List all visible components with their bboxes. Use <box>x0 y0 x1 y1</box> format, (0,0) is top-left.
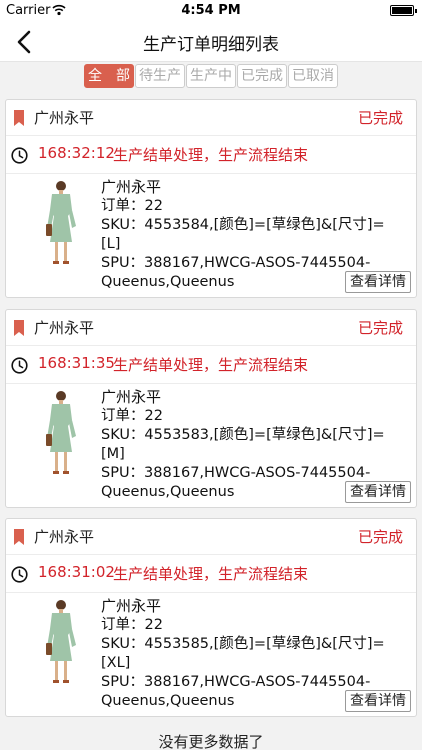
nav-bar: 生产订单明细列表 <box>0 22 422 62</box>
no-more-data-label: 没有更多数据了 <box>158 733 264 750</box>
view-details-button[interactable]: 查看详情 <box>345 271 411 293</box>
order-card: 广州永平 已完成 168:31:02 生产结单处理，生产流程结束 广州永平 订单… <box>5 518 417 717</box>
order-card-header: 广州永平 已完成 <box>6 519 416 555</box>
product-shop-name: 广州永平 <box>101 597 162 615</box>
view-details-button[interactable]: 查看详情 <box>345 481 411 503</box>
elapsed-time: 168:31:02 <box>38 563 115 581</box>
battery-icon <box>390 5 417 16</box>
elapsed-time: 168:31:35 <box>38 354 115 372</box>
clock-icon <box>11 566 28 583</box>
shop-name: 广州永平 <box>34 319 95 337</box>
product-shop-name: 广州永平 <box>101 388 162 406</box>
tab-all[interactable]: 全 部 <box>84 64 134 88</box>
order-card-header: 广州永平 已完成 <box>6 310 416 346</box>
progress-row: 168:31:35 生产结单处理，生产流程结束 <box>6 346 416 384</box>
product-shop-name: 广州永平 <box>101 178 162 196</box>
order-card-header: 广州永平 已完成 <box>6 100 416 136</box>
sku-text: SKU：4553585,[颜色]=[草绿色]&[尺寸]=[XL] <box>101 636 385 671</box>
sku-text: SKU：4553583,[颜色]=[草绿色]&[尺寸]=[M] <box>101 427 385 462</box>
status-badge: 已完成 <box>357 528 403 546</box>
clock-time: 4:54 PM <box>181 3 241 18</box>
product-thumbnail[interactable] <box>38 599 84 685</box>
progress-row: 168:32:12 生产结单处理，生产流程结束 <box>6 136 416 174</box>
bookmark-icon <box>14 320 24 336</box>
order-qty: 订单：22 <box>101 617 163 633</box>
status-badge: 已完成 <box>357 319 403 337</box>
product-thumbnail[interactable] <box>38 180 84 266</box>
tab-completed[interactable]: 已完成 <box>237 64 287 88</box>
clock-icon <box>11 357 28 374</box>
status-filter-tabs: 全 部 待生产 生产中 已完成 已取消 <box>84 64 339 88</box>
progress-message: 生产结单处理，生产流程结束 <box>113 146 309 164</box>
bookmark-icon <box>14 529 24 545</box>
status-badge: 已完成 <box>357 109 403 127</box>
order-card: 广州永平 已完成 168:32:12 生产结单处理，生产流程结束 广州永平 订单… <box>5 99 417 298</box>
progress-message: 生产结单处理，生产流程结束 <box>113 356 309 374</box>
elapsed-time: 168:32:12 <box>38 144 115 162</box>
order-qty: 订单：22 <box>101 408 163 424</box>
tab-in-production[interactable]: 生产中 <box>186 64 236 88</box>
shop-name: 广州永平 <box>34 528 95 546</box>
tab-pending[interactable]: 待生产 <box>135 64 185 88</box>
status-bar: Carrier 4:54 PM <box>0 0 422 22</box>
page-title: 生产订单明细列表 <box>143 35 279 55</box>
tab-cancelled[interactable]: 已取消 <box>288 64 338 88</box>
bookmark-icon <box>14 110 24 126</box>
order-qty: 订单：22 <box>101 198 163 214</box>
clock-icon <box>11 147 28 164</box>
shop-name: 广州永平 <box>34 109 95 127</box>
product-thumbnail[interactable] <box>38 390 84 476</box>
progress-row: 168:31:02 生产结单处理，生产流程结束 <box>6 555 416 593</box>
view-details-button[interactable]: 查看详情 <box>345 690 411 712</box>
sku-text: SKU：4553584,[颜色]=[草绿色]&[尺寸]=[L] <box>101 217 385 252</box>
order-card: 广州永平 已完成 168:31:35 生产结单处理，生产流程结束 广州永平 订单… <box>5 309 417 508</box>
progress-message: 生产结单处理，生产流程结束 <box>113 565 309 583</box>
